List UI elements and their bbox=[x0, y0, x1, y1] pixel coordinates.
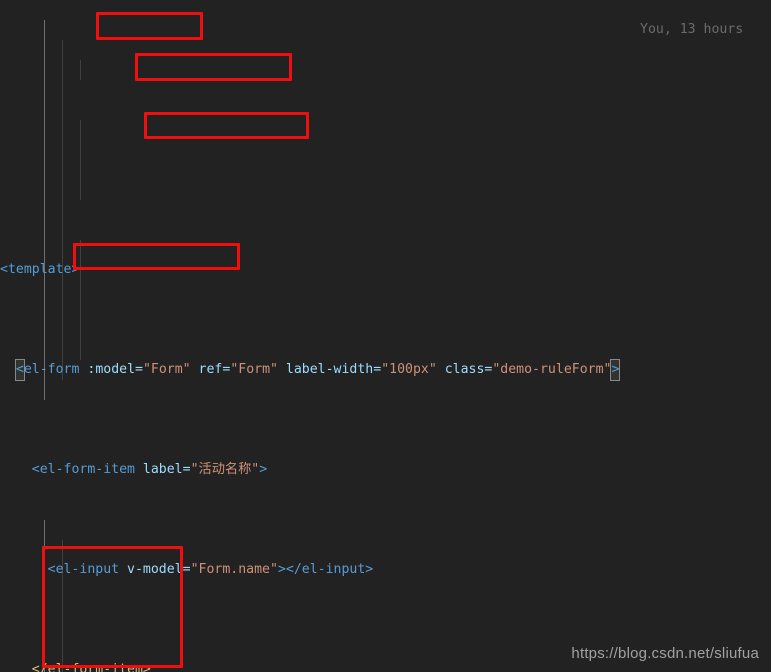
token-val-class: "demo-ruleForm" bbox=[492, 362, 612, 377]
indent-guide bbox=[80, 60, 81, 80]
watermark-url: https://blog.csdn.net/sliufua bbox=[571, 645, 759, 662]
token-attr-label: label= bbox=[142, 462, 191, 477]
token-attr-ref: ref= bbox=[198, 362, 231, 377]
git-blame-annotation[interactable]: You, 13 hours bbox=[640, 20, 743, 40]
code-line[interactable]: <el-form-item label="活动名称"> bbox=[0, 460, 771, 480]
token-val-label-width: "100px" bbox=[381, 362, 437, 377]
token-tag-el-form: el-form bbox=[23, 362, 80, 377]
code-line[interactable]: <el-form :model="Form" ref="Form" label-… bbox=[0, 359, 771, 381]
code-editor-screenshot: <template> <el-form :model="Form" ref="F… bbox=[0, 0, 771, 672]
token-attr-vmodel-name: v-model= bbox=[127, 562, 191, 577]
token-val-ref: "Form" bbox=[230, 362, 278, 377]
token-tag-el-input: <el-input bbox=[47, 562, 128, 577]
token-gt: > bbox=[277, 562, 286, 577]
token-attr-class: class= bbox=[444, 362, 493, 377]
code-line[interactable]: <el-input v-model="Form.name"></el-input… bbox=[0, 560, 771, 580]
token-val-model: "Form" bbox=[142, 362, 191, 377]
indent-guide bbox=[44, 520, 45, 672]
indent-guide bbox=[80, 240, 81, 360]
token-attr-model: :model= bbox=[87, 362, 143, 377]
indent-guide bbox=[62, 40, 63, 380]
bracket-match-highlight-close: > bbox=[610, 359, 621, 381]
bracket-match-highlight: < bbox=[14, 359, 25, 381]
token-gt: > bbox=[259, 462, 268, 477]
code-surface[interactable]: <template> <el-form :model="Form" ref="F… bbox=[0, 0, 771, 672]
indent-guide bbox=[80, 120, 81, 200]
indent-guide bbox=[44, 20, 45, 400]
token-close-el-form-item: </el-form-item> bbox=[31, 662, 151, 672]
token-close-el-input: </el-input> bbox=[285, 562, 374, 577]
token-template-open: <template> bbox=[0, 262, 80, 277]
code-line[interactable]: <template> bbox=[0, 260, 771, 280]
token-attr-label-width: label-width= bbox=[285, 362, 382, 377]
token-val-vmodel-name: "Form.name" bbox=[190, 562, 278, 577]
token-val-label: "活动名称" bbox=[190, 462, 260, 477]
token-tag-el-form-item: <el-form-item bbox=[31, 462, 143, 477]
